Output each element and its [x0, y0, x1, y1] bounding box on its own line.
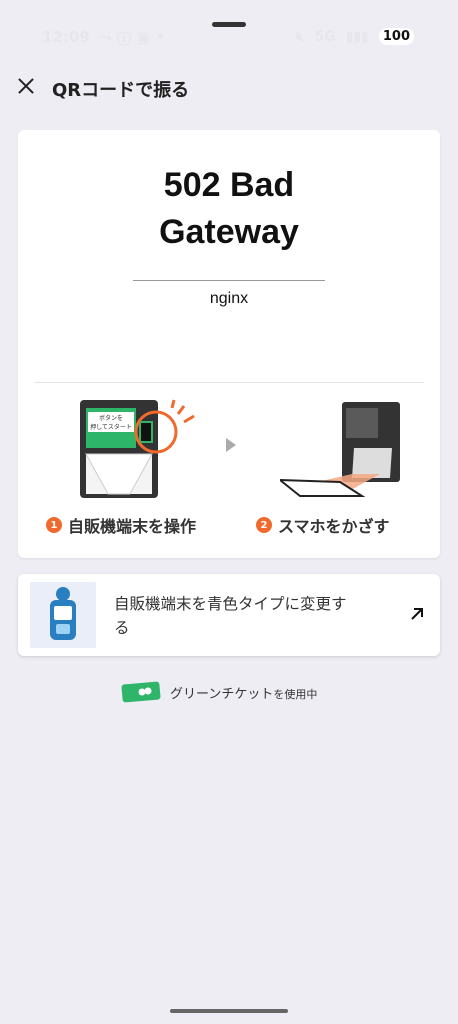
- blue-tag-icon: [50, 587, 76, 640]
- step-1-number: 1: [46, 517, 62, 533]
- signal-icon: ▮▮▮: [345, 28, 369, 45]
- instruction-card: 502 Bad Gateway nginx ボタンを 押してスタート 1 自販機…: [18, 130, 440, 558]
- step-2-number: 2: [256, 517, 272, 533]
- switch-text: 自販機端末を青色タイプに変更する: [114, 595, 347, 637]
- step-2-label: スマホをかざす: [278, 517, 390, 536]
- next-arrow-icon: [226, 438, 236, 452]
- step-1: 1 自販機端末を操作: [46, 513, 196, 537]
- status-time: 12:09: [42, 28, 90, 46]
- close-icon[interactable]: [14, 74, 38, 98]
- error-server: nginx: [209, 290, 249, 307]
- status-bar: 12:09 ⤳ ⓘ ▣ • 🔇︎ 5G ▮▮▮ 100: [0, 0, 458, 66]
- green-ticket-icon: [121, 681, 161, 703]
- machine-reader: [139, 421, 153, 443]
- vending-machine-illustration: ボタンを 押してスタート: [80, 399, 195, 498]
- arrow-up-right-icon: [411, 608, 423, 620]
- mute-icon: 🔇︎: [295, 28, 305, 45]
- network-label: 5G: [314, 28, 336, 45]
- home-indicator[interactable]: [170, 1009, 288, 1013]
- machine-screen-line1: ボタンを: [99, 414, 123, 422]
- phone-scan-illustration: [280, 402, 400, 497]
- machine-screen-line2: 押してスタート: [90, 423, 132, 431]
- page-title: QRコードで振る: [52, 80, 190, 101]
- error-title: 502 Bad Gateway: [18, 162, 440, 256]
- drag-handle[interactable]: [212, 22, 246, 27]
- top-app-bar: QRコードで振る: [0, 68, 458, 108]
- status-left: 12:09 ⤳ ⓘ ▣ •: [42, 28, 165, 46]
- notification-icons: ⤳ ⓘ ▣ •: [99, 28, 166, 46]
- switch-machine-type-button[interactable]: 自販機端末を青色タイプに変更する: [18, 574, 440, 656]
- ticket-suffix: を使用中: [273, 687, 318, 701]
- blue-machine-thumbnail: [30, 582, 96, 648]
- battery-level: 100: [378, 28, 414, 45]
- status-right: 🔇︎ 5G ▮▮▮ 100: [296, 28, 414, 45]
- ticket-name: グリーンチケット: [170, 686, 274, 702]
- error-title-line1: 502 Bad: [163, 166, 295, 204]
- ticket-status: グリーンチケットを使用中: [120, 680, 317, 704]
- error-divider: [133, 280, 325, 281]
- step-2: 2 スマホをかざす: [256, 513, 390, 537]
- error-title-line2: Gateway: [159, 213, 299, 251]
- step-1-label: 自販機端末を操作: [68, 517, 197, 536]
- card-divider: [34, 382, 424, 383]
- ticket-label: グリーンチケットを使用中: [170, 683, 317, 702]
